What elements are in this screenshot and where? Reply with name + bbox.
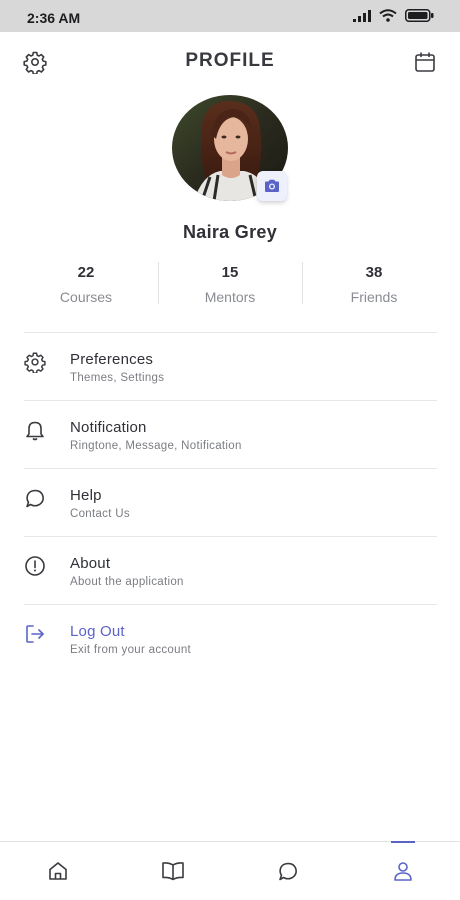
menu-item-subtitle: Exit from your account — [70, 644, 192, 656]
chat-bubble-icon — [24, 487, 46, 509]
home-icon — [48, 862, 67, 880]
menu-item-notification[interactable]: Notification Ringtone, Message, Notifica… — [24, 400, 437, 468]
menu-item-preferences[interactable]: Preferences Themes, Settings — [24, 332, 437, 400]
user-icon — [393, 862, 412, 881]
menu-item-subtitle: Ringtone, Message, Notification — [70, 440, 242, 452]
stat-courses[interactable]: 22 Courses — [14, 262, 158, 305]
header: PROFILE — [0, 32, 460, 90]
stat-value: 38 — [365, 264, 383, 281]
gear-icon — [24, 351, 46, 373]
status-time: 2:36 AM — [27, 10, 81, 26]
menu-item-help[interactable]: Help Contact Us — [24, 468, 437, 536]
stat-mentors[interactable]: 15 Mentors — [158, 262, 302, 305]
menu-item-subtitle: Contact Us — [70, 508, 130, 520]
page-title: PROFILE — [185, 50, 275, 71]
chat-bubble-icon — [278, 862, 297, 881]
menu-item-title: Notification — [70, 419, 147, 436]
nav-messages[interactable] — [230, 842, 345, 900]
info-circle-icon — [24, 555, 46, 577]
menu-item-logout[interactable]: Log Out Exit from your account — [24, 604, 437, 672]
status-icons — [353, 9, 434, 22]
stat-value: 15 — [221, 264, 239, 281]
menu-item-subtitle: Themes, Settings — [70, 372, 165, 384]
stats-row: 22 Courses 15 Mentors 38 Friends — [14, 262, 446, 305]
menu-item-title: Help — [70, 487, 102, 504]
user-name: Naira Grey — [182, 222, 278, 242]
stat-value: 22 — [77, 264, 95, 281]
calendar-icon — [415, 52, 435, 72]
menu-item-subtitle: About the application — [70, 576, 184, 588]
stat-label: Mentors — [204, 289, 256, 305]
nav-profile[interactable] — [345, 841, 460, 900]
nav-courses[interactable] — [115, 842, 230, 900]
camera-icon — [265, 179, 279, 192]
menu-item-about[interactable]: About About the application — [24, 536, 437, 604]
calendar-button[interactable] — [412, 49, 438, 75]
change-photo-button[interactable] — [257, 171, 287, 201]
stat-label: Courses — [59, 289, 113, 305]
signal-icon — [353, 9, 371, 22]
menu-item-title: Log Out — [70, 623, 125, 640]
menu-item-title: About — [70, 555, 111, 572]
logout-icon — [24, 623, 46, 645]
nav-home[interactable] — [0, 842, 115, 900]
bottom-nav — [0, 841, 460, 900]
stat-label: Friends — [350, 289, 398, 305]
status-bar: 2:36 AM — [0, 0, 460, 32]
settings-menu: Preferences Themes, Settings Notificatio… — [24, 332, 437, 672]
bell-icon — [24, 419, 46, 441]
wifi-icon — [379, 9, 397, 22]
stat-friends[interactable]: 38 Friends — [302, 262, 446, 305]
book-icon — [161, 862, 184, 881]
menu-item-title: Preferences — [70, 351, 154, 368]
battery-icon — [405, 9, 434, 22]
avatar-container — [172, 95, 288, 201]
